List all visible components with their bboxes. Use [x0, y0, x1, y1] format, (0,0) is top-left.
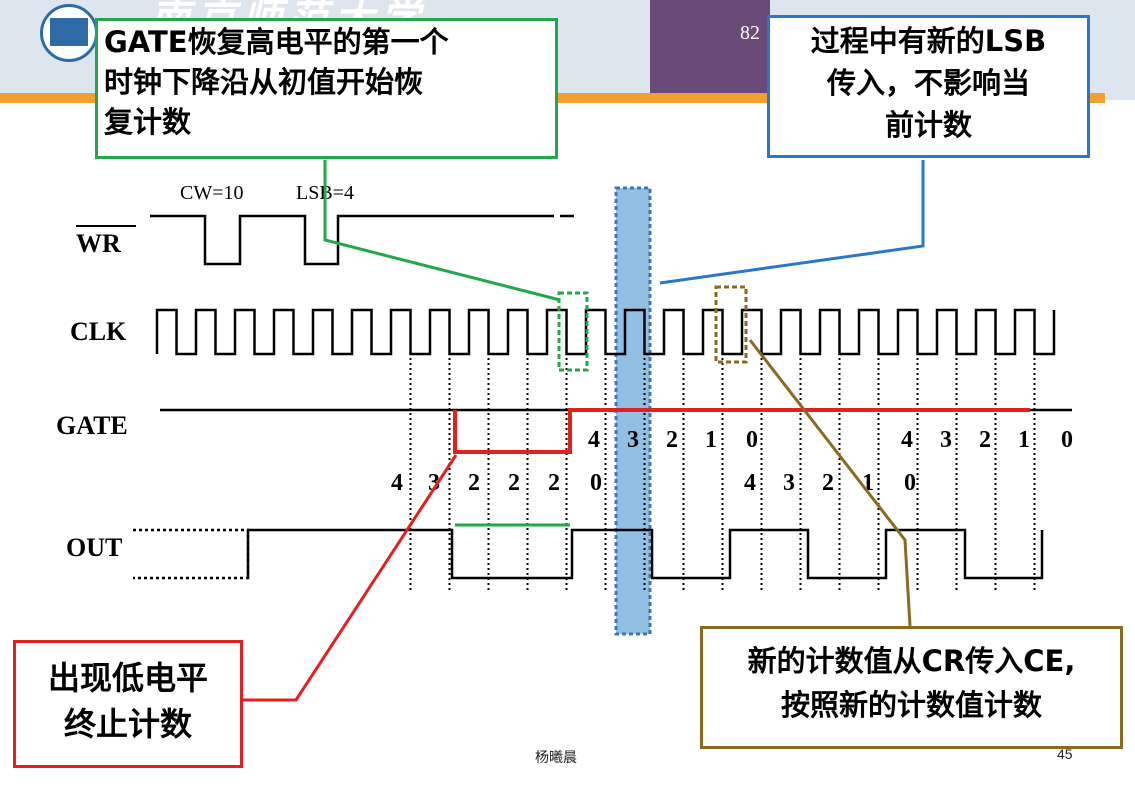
wr-waveform: [150, 214, 540, 266]
count-value: 0: [904, 470, 916, 496]
footer-page-number: 45: [1057, 746, 1073, 762]
callout-gate-resume: GATE恢复高电平的第一个 时钟下降沿从初值开始恢 复计数: [95, 18, 558, 159]
red-leader: [242, 454, 458, 702]
count-value: 2: [508, 470, 520, 496]
count-value: 0: [746, 427, 758, 453]
count-value: 4: [391, 470, 403, 496]
blue-leader: [659, 160, 925, 285]
callout-low-level-stop: 出现低电平 终止计数: [13, 640, 243, 768]
callout-new-count: 新的计数值从CR传入CE, 按照新的计数值计数: [700, 626, 1123, 749]
callout-line: 前计数: [884, 108, 972, 142]
clk-waveform: [155, 308, 1056, 356]
callout-line: 过程中有新的LSB: [810, 24, 1047, 58]
out-label: OUT: [66, 533, 122, 562]
count-value: 3: [783, 470, 795, 496]
count-value: 4: [901, 427, 913, 453]
count-values-lower: 43222043210: [391, 470, 916, 496]
cw-label: CW=10: [180, 182, 244, 204]
callout-line: 新的计数值从CR传入CE,: [747, 644, 1076, 678]
count-value: 3: [940, 427, 952, 453]
callout-line: 传入，不影响当: [826, 66, 1030, 100]
clk-label: CLK: [70, 317, 127, 346]
count-value: 1: [1018, 427, 1030, 453]
count-value: 1: [705, 427, 717, 453]
callout-line: 出现低电平: [47, 659, 208, 697]
count-value: 4: [744, 470, 756, 496]
count-value: 3: [627, 427, 639, 453]
count-value: 2: [666, 427, 678, 453]
count-value: 4: [588, 427, 600, 453]
footer-author: 杨曦晨: [535, 750, 577, 766]
count-values-upper: 4 3 2 1 0 4 3 2 1 0: [588, 427, 1073, 453]
callout-new-lsb: 过程中有新的LSB 传入，不影响当 前计数: [767, 15, 1090, 158]
gate-resume-edge-box: [557, 291, 589, 372]
out-initial-dotted: [133, 528, 250, 580]
slide: 南京师范大学 82 WR CLK GATE OUT CW=10 LSB=4 43…: [0, 0, 1135, 790]
wr-label: WR: [76, 229, 121, 258]
callout-line: 终止计数: [63, 705, 192, 743]
count-value: 0: [1061, 427, 1073, 453]
callout-line: 按照新的计数值计数: [780, 688, 1042, 722]
gate-label: GATE: [56, 411, 128, 440]
callout-line: GATE恢复高电平的第一个: [104, 25, 449, 59]
callout-line: 时钟下降沿从初值开始恢: [104, 65, 424, 99]
clock-edge-guides: [409, 358, 1036, 590]
count-value: 2: [979, 427, 991, 453]
count-value: 2: [548, 470, 560, 496]
count-value: 2: [468, 470, 480, 496]
callout-line: 复计数: [104, 105, 192, 139]
count-value: 0: [590, 470, 602, 496]
count-value: 2: [822, 470, 834, 496]
green-leader: [323, 160, 561, 302]
